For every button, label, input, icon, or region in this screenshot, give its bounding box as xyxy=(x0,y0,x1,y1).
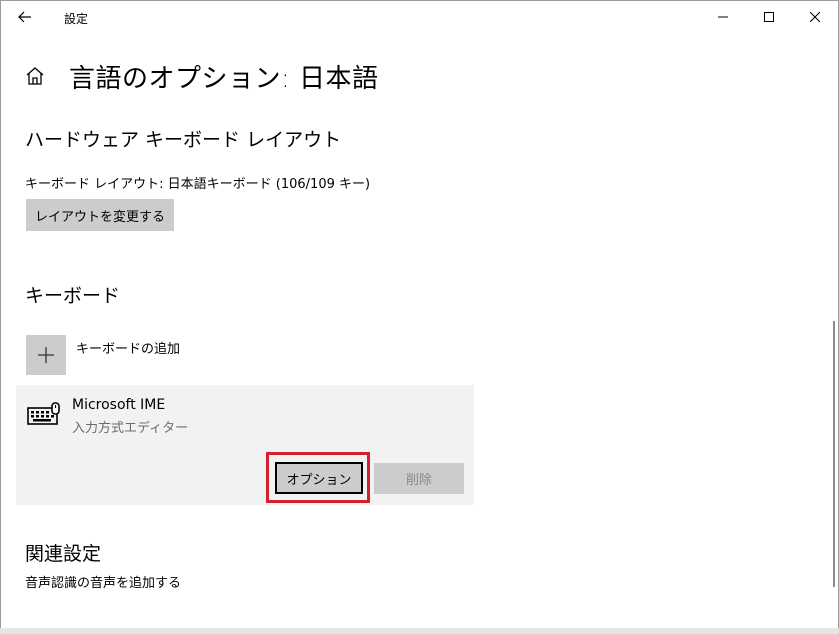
add-speech-voice-link[interactable]: 音声認識の音声を追加する xyxy=(25,572,181,591)
keyboard-subtitle: 入力方式エディター xyxy=(72,421,189,436)
maximize-button[interactable] xyxy=(746,1,792,33)
hardware-layout-heading: ハードウェア キーボード レイアウト xyxy=(25,129,342,151)
options-button[interactable]: オプション xyxy=(275,462,363,494)
minimize-button[interactable] xyxy=(700,1,746,33)
window-title: 設定 xyxy=(64,12,89,26)
title-bar: 設定 xyxy=(1,1,838,33)
window-bottom-edge xyxy=(0,628,839,634)
maximize-icon xyxy=(764,12,774,22)
related-settings-heading: 関連設定 xyxy=(25,543,102,565)
change-layout-button[interactable]: レイアウトを変更する xyxy=(26,199,174,231)
close-icon xyxy=(810,12,820,22)
minimize-icon xyxy=(718,16,728,18)
page-title: 言語のオプション: 日本語 xyxy=(69,64,379,94)
remove-button[interactable]: 削除 xyxy=(374,463,464,494)
current-layout-text: キーボード レイアウト: 日本語キーボード (106/109 キー) xyxy=(25,177,371,192)
add-keyboard-button[interactable] xyxy=(26,335,66,375)
keyboard-icon xyxy=(27,402,60,425)
settings-window: 設定 言語のオプション: 日本語 ハードウェア キーボード レイアウト キーボー… xyxy=(0,0,839,634)
keyboard-heading: キーボード xyxy=(25,285,121,307)
add-keyboard-label[interactable]: キーボードの追加 xyxy=(76,338,180,357)
scrollbar-thumb[interactable] xyxy=(833,321,835,587)
back-button[interactable] xyxy=(13,6,37,28)
keyboard-name: Microsoft IME xyxy=(72,397,166,413)
home-button[interactable] xyxy=(24,65,46,87)
back-arrow-icon xyxy=(18,11,31,23)
home-icon xyxy=(26,67,44,85)
close-button[interactable] xyxy=(792,1,838,33)
plus-icon xyxy=(38,347,54,363)
